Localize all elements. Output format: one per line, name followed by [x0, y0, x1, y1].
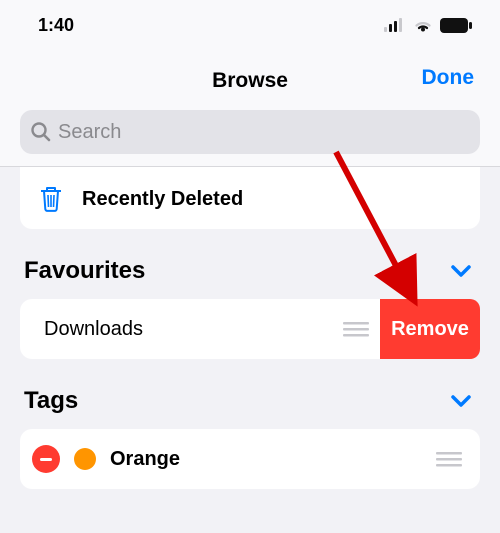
- favourites-header[interactable]: Favourites: [20, 229, 480, 299]
- delete-icon[interactable]: [32, 445, 60, 473]
- recently-deleted-row[interactable]: Recently Deleted: [20, 163, 480, 229]
- status-time: 1:40: [38, 15, 74, 36]
- recently-deleted-label: Recently Deleted: [82, 188, 243, 211]
- favourites-item-downloads[interactable]: Downloads Remove: [20, 299, 480, 359]
- swipe-reveal-hint: [20, 299, 30, 359]
- chevron-down-icon: [450, 394, 472, 408]
- tag-color-dot: [74, 448, 96, 470]
- chevron-down-icon: [450, 264, 472, 278]
- grip-icon: [343, 320, 369, 338]
- trash-icon: [38, 184, 64, 214]
- status-bar: 1:40: [0, 0, 500, 50]
- wifi-icon: [412, 17, 434, 33]
- downloads-label: Downloads: [30, 299, 332, 359]
- cellular-icon: [384, 18, 406, 32]
- drag-handle[interactable]: [332, 299, 380, 359]
- page-title: Browse: [212, 69, 288, 93]
- done-button[interactable]: Done: [422, 66, 475, 90]
- battery-icon: [440, 18, 472, 33]
- favourites-title: Favourites: [24, 257, 145, 285]
- tags-header[interactable]: Tags: [20, 359, 480, 429]
- search-placeholder: Search: [58, 121, 121, 144]
- remove-button[interactable]: Remove: [380, 299, 480, 359]
- tag-item-orange[interactable]: Orange: [20, 429, 480, 489]
- tags-title: Tags: [24, 387, 78, 415]
- search-icon: [30, 121, 52, 143]
- nav-header: Browse Done Search: [0, 50, 500, 167]
- status-indicators: [384, 17, 472, 33]
- grip-icon[interactable]: [436, 450, 462, 468]
- tag-label: Orange: [110, 448, 422, 471]
- search-input[interactable]: Search: [20, 110, 480, 154]
